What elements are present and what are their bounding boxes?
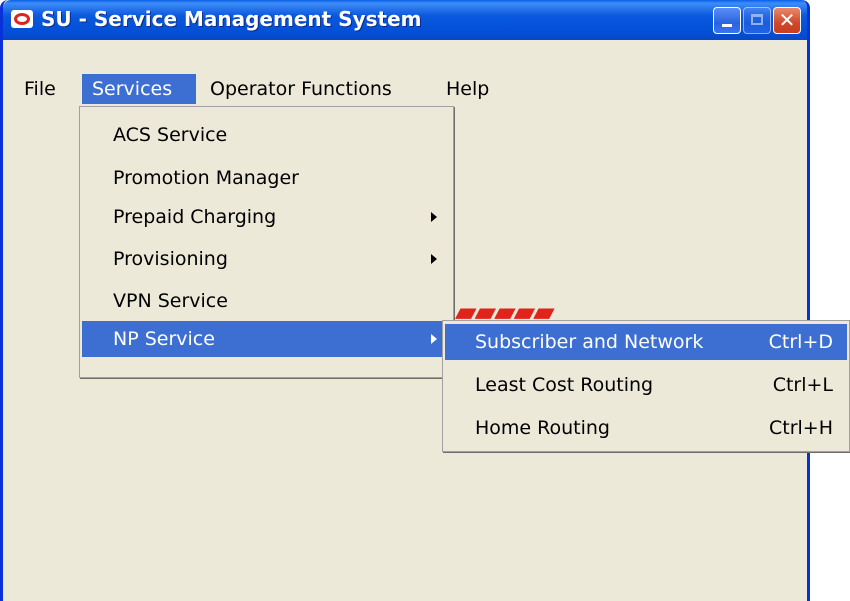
menu-item-label: Least Cost Routing [475,374,654,396]
close-button[interactable]: ✕ [773,7,801,34]
minimize-button[interactable] [713,7,741,34]
menu-item-label: Prepaid Charging [113,206,277,228]
shortcut-label: Ctrl+H [768,417,833,439]
submenu-arrow-icon [431,254,437,264]
menu-item-label: NP Service [113,328,215,350]
submenu-arrow-icon [431,334,437,344]
menu-item-label: VPN Service [113,290,228,312]
menu-bar: File Services Operator Functions Help [0,74,810,104]
menu-item-label: ACS Service [113,124,228,146]
menu-item-label: Promotion Manager [113,167,299,189]
minimize-icon [722,24,732,27]
menu-item-promotion-manager[interactable]: Promotion Manager [82,160,451,196]
menu-item-label: Subscriber and Network [475,331,704,353]
title-bar[interactable]: SU - Service Management System ✕ [3,0,807,40]
maximize-icon [751,14,763,25]
shortcut-label: Ctrl+D [768,331,833,353]
menu-item-np-service[interactable]: NP Service [82,321,451,357]
np-service-submenu: Subscriber and Network Ctrl+D Least Cost… [442,320,850,452]
menu-services[interactable]: Services [82,74,196,104]
window-title: SU - Service Management System [41,7,422,31]
menu-item-provisioning[interactable]: Provisioning [82,241,451,277]
menu-item-vpn-service[interactable]: VPN Service [82,283,451,319]
menu-item-label: Home Routing [475,417,610,439]
menu-help[interactable]: Help [438,74,497,104]
shortcut-label: Ctrl+L [772,374,833,396]
maximize-button[interactable] [743,7,771,34]
menu-item-acs-service[interactable]: ACS Service [82,117,451,153]
services-dropdown: ACS Service Promotion Manager Prepaid Ch… [79,106,454,378]
submenu-arrow-icon [431,212,437,222]
app-logo-icon [11,10,33,28]
menu-item-least-cost-routing[interactable]: Least Cost Routing Ctrl+L [445,367,847,403]
menu-file[interactable]: File [22,74,64,104]
menu-item-home-routing[interactable]: Home Routing Ctrl+H [445,410,847,446]
close-icon: ✕ [778,8,796,32]
menu-item-subscriber-and-network[interactable]: Subscriber and Network Ctrl+D [445,324,847,360]
menu-operator-functions[interactable]: Operator Functions [202,74,400,104]
menu-item-prepaid-charging[interactable]: Prepaid Charging [82,199,451,235]
menu-item-label: Provisioning [113,248,228,270]
